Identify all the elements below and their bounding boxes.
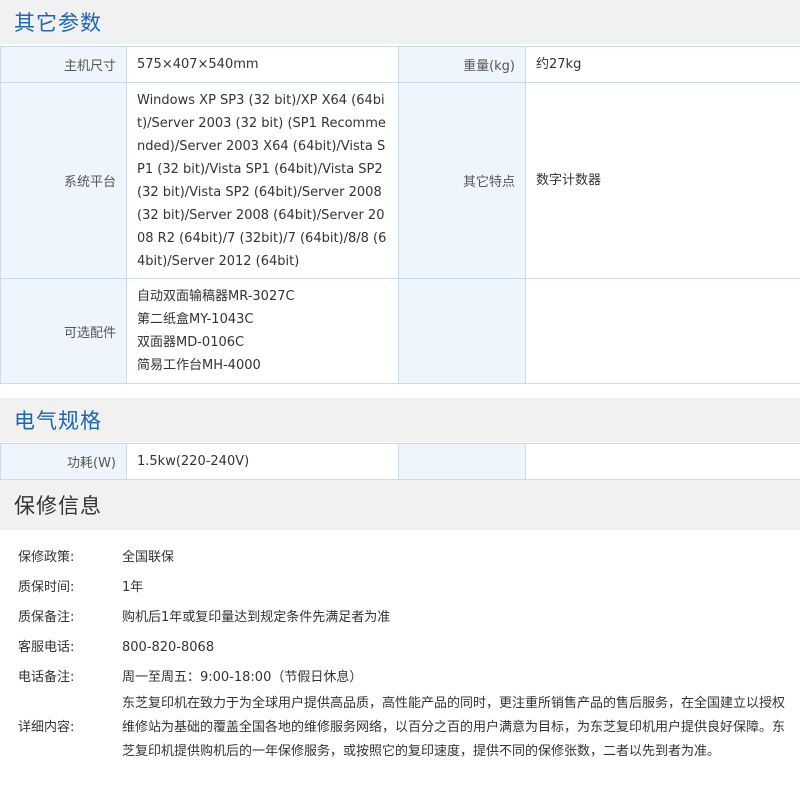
section-header-electrical: 电气规格 <box>0 398 800 442</box>
section-title: 电气规格 <box>14 409 102 433</box>
spec-value: 575×407×540mm <box>126 46 399 83</box>
warranty-key: 质保备注: <box>18 610 75 625</box>
list-item: 质保备注: 购机后1年或复印量达到规定条件先满足者为准 <box>0 606 800 630</box>
list-item: 电话备注: 周一至周五：9:00-18:00（节假日休息） <box>0 666 800 690</box>
spec-value-list: 自动双面输稿器MR-3027C 第二纸盒MY-1043C 双面器MD-0106C… <box>126 278 399 384</box>
spec-label: 功耗(W) <box>0 443 127 480</box>
warranty-key: 详细内容: <box>18 720 75 735</box>
spec-label: 主机尺寸 <box>0 46 127 83</box>
spec-value <box>525 278 800 384</box>
spec-value <box>525 443 800 480</box>
spec-value: Windows XP SP3 (32 bit)/XP X64 (64bit)/S… <box>126 82 399 279</box>
warranty-key: 质保时间: <box>18 580 75 595</box>
section-title: 保修信息 <box>14 494 102 518</box>
accessory-item: 自动双面输稿器MR-3027C <box>137 289 295 304</box>
accessory-item: 简易工作台MH-4000 <box>137 358 261 373</box>
warranty-list: 保修政策: 全国联保 质保时间: 1年 质保备注: 购机后1年或复印量达到规定条… <box>0 538 800 764</box>
spec-label: 可选配件 <box>0 278 127 384</box>
table-row: 主机尺寸 575×407×540mm 重量(kg) 约27kg <box>0 46 800 83</box>
other-params-table: 主机尺寸 575×407×540mm 重量(kg) 约27kg 系统平台 Win… <box>0 46 800 384</box>
spec-value: 1.5kw(220-240V) <box>126 443 399 480</box>
warranty-value: 1年 <box>122 580 144 595</box>
section-title: 其它参数 <box>14 11 102 35</box>
warranty-key: 电话备注: <box>18 670 75 685</box>
warranty-value: 东芝复印机在致力于为全球用户提供高品质，高性能产品的同时，更注重所销售产品的售后… <box>122 696 786 759</box>
spec-label: 其它特点 <box>398 82 526 279</box>
spec-label: 重量(kg) <box>398 46 526 83</box>
table-row: 功耗(W) 1.5kw(220-240V) <box>0 443 800 480</box>
section-header-other-params: 其它参数 <box>0 0 800 44</box>
warranty-value: 全国联保 <box>122 550 175 565</box>
spec-label: 系统平台 <box>0 82 127 279</box>
warranty-key: 保修政策: <box>18 550 75 565</box>
warranty-key: 客服电话: <box>18 640 75 655</box>
list-item: 详细内容: 东芝复印机在致力于为全球用户提供高品质，高性能产品的同时，更注重所销… <box>0 692 800 764</box>
spec-value: 数字计数器 <box>525 82 800 279</box>
spec-label <box>398 443 526 480</box>
spec-label <box>398 278 526 384</box>
accessory-item: 双面器MD-0106C <box>137 335 245 350</box>
list-item: 质保时间: 1年 <box>0 576 800 600</box>
warranty-value: 800-820-8068 <box>122 640 215 655</box>
list-item: 保修政策: 全国联保 <box>0 546 800 570</box>
accessory-item: 第二纸盒MY-1043C <box>137 312 254 327</box>
spec-value: 约27kg <box>525 46 800 83</box>
table-row: 可选配件 自动双面输稿器MR-3027C 第二纸盒MY-1043C 双面器MD-… <box>0 278 800 384</box>
table-row: 系统平台 Windows XP SP3 (32 bit)/XP X64 (64b… <box>0 82 800 279</box>
electrical-table: 功耗(W) 1.5kw(220-240V) <box>0 443 800 480</box>
section-header-warranty: 保修信息 <box>0 480 800 530</box>
warranty-value: 购机后1年或复印量达到规定条件先满足者为准 <box>122 610 391 625</box>
warranty-value: 周一至周五：9:00-18:00（节假日休息） <box>122 670 363 685</box>
list-item: 客服电话: 800-820-8068 <box>0 636 800 660</box>
